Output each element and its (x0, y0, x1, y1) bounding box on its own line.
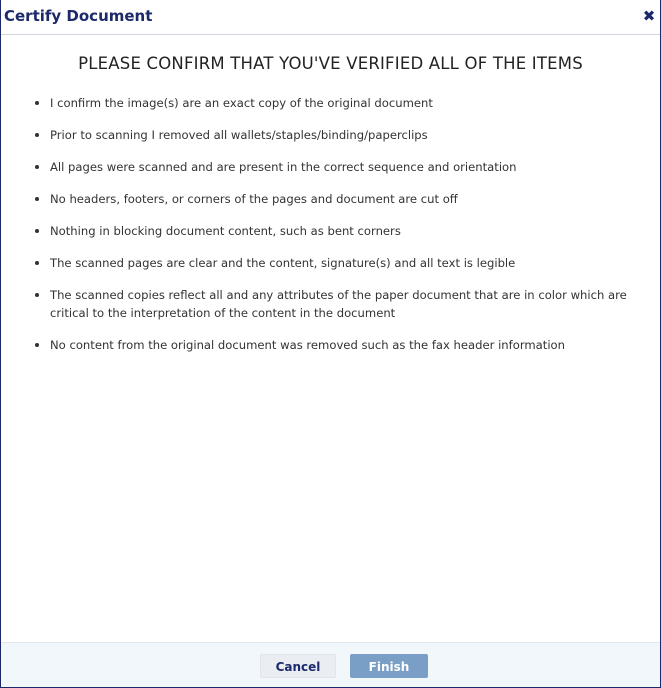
dialog-title: Certify Document (4, 7, 153, 25)
checklist-item: Prior to scanning I removed all wallets/… (35, 126, 651, 144)
checklist-item: No content from the original document wa… (35, 336, 651, 354)
dialog-titlebar: Certify Document ✖ (1, 0, 660, 35)
close-icon[interactable]: ✖ (641, 7, 657, 25)
checklist: I confirm the image(s) are an exact copy… (35, 94, 651, 368)
checklist-item: I confirm the image(s) are an exact copy… (35, 94, 651, 112)
checklist-item: No headers, footers, or corners of the p… (35, 190, 651, 208)
checklist-item: The scanned copies reflect all and any a… (35, 286, 651, 322)
cancel-button[interactable]: Cancel (260, 654, 336, 678)
checklist-item: Nothing in blocking document content, su… (35, 222, 651, 240)
confirmation-heading: PLEASE CONFIRM THAT YOU'VE VERIFIED ALL … (78, 54, 583, 73)
finish-button[interactable]: Finish (350, 654, 428, 678)
dialog-footer: Cancel Finish (1, 642, 660, 687)
certify-document-dialog: Certify Document ✖ PLEASE CONFIRM THAT Y… (0, 0, 661, 688)
checklist-item: The scanned pages are clear and the cont… (35, 254, 651, 272)
checklist-item: All pages were scanned and are present i… (35, 158, 651, 176)
